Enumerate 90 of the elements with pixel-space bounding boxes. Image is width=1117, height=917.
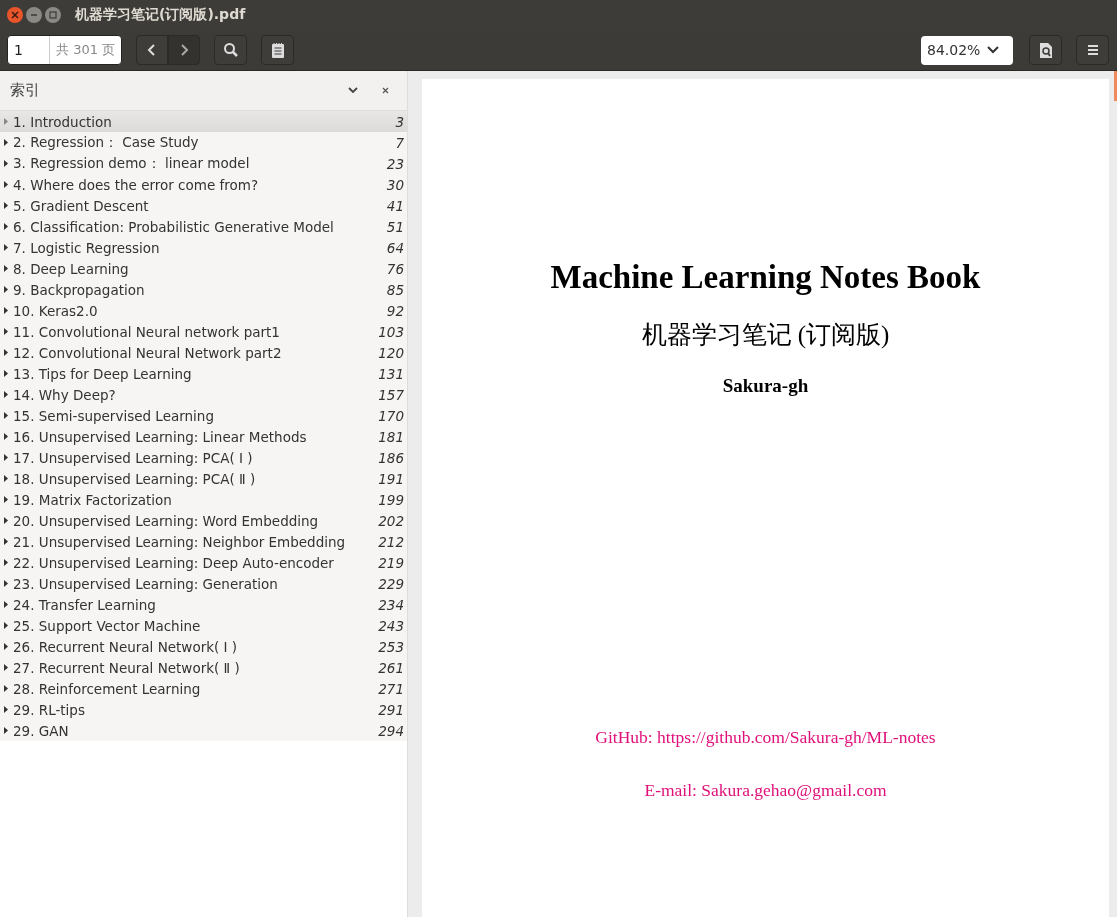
chevron-down-icon [348, 87, 358, 94]
outline-item[interactable]: 4. Where does the error come from? 30 [0, 174, 407, 195]
outline-item[interactable]: 11. Convolutional Neural network part1 103 [0, 321, 407, 342]
expander-icon[interactable] [4, 244, 8, 251]
maximize-button[interactable] [45, 7, 61, 23]
outline-item[interactable]: 28. Reinforcement Learning 271 [0, 678, 407, 699]
expander-icon[interactable] [4, 664, 8, 671]
outline-item[interactable]: 1. Introduction 3 [0, 111, 407, 132]
document-search-button[interactable] [1029, 35, 1062, 65]
expander-icon[interactable] [4, 433, 8, 440]
expander-icon[interactable] [4, 685, 8, 692]
expander-icon[interactable] [4, 265, 8, 272]
page-number-field[interactable]: 1 共 301 页 [7, 35, 122, 65]
expander-icon[interactable] [4, 391, 8, 398]
expander-icon[interactable] [4, 412, 8, 419]
document-subtitle: 机器学习笔记 (订阅版) [641, 320, 890, 350]
chevron-left-icon [147, 43, 157, 57]
outline-item[interactable]: 23. Unsupervised Learning: Generation 229 [0, 573, 407, 594]
expander-icon[interactable] [4, 475, 8, 482]
previous-page-button[interactable] [136, 35, 168, 65]
outline-item[interactable]: 9. Backpropagation 85 [0, 279, 407, 300]
maximize-icon [49, 11, 57, 19]
outline-item[interactable]: 18. Unsupervised Learning: PCA( Ⅱ ) 191 [0, 468, 407, 489]
search-icon [222, 42, 239, 58]
close-button[interactable] [7, 7, 23, 23]
outline-item[interactable]: 16. Unsupervised Learning: Linear Methods 181 [0, 426, 407, 447]
expander-icon[interactable] [4, 454, 8, 461]
outline-item[interactable]: 5. Gradient Descent 41 [0, 195, 407, 216]
menu-button[interactable] [1076, 35, 1109, 65]
expander-icon[interactable] [4, 601, 8, 608]
window-title: 机器学习笔记(订阅版).pdf [75, 6, 246, 24]
outline-item[interactable]: 14. Why Deep? 157 [0, 384, 407, 405]
outline-item[interactable]: 8. Deep Learning 76 [0, 258, 407, 279]
github-link[interactable]: GitHub: https://github.com/Sakura-gh/ML-notes [595, 727, 936, 748]
minimize-icon [30, 11, 38, 19]
expander-icon[interactable] [4, 370, 8, 377]
search-button[interactable] [214, 35, 247, 65]
expander-icon[interactable] [4, 727, 8, 734]
document-title: Machine Learning Notes Book [550, 259, 981, 296]
sidebar-title: 索引 [10, 81, 41, 100]
expander-icon[interactable] [4, 223, 8, 230]
outline-item[interactable]: 29. GAN 294 [0, 720, 407, 741]
close-icon [11, 11, 19, 19]
outline-item[interactable]: 24. Transfer Learning 234 [0, 594, 407, 615]
expander-icon[interactable] [4, 307, 8, 314]
outline-item[interactable]: 25. Support Vector Machine 243 [0, 615, 407, 636]
scrollbar[interactable] [1114, 71, 1117, 101]
expander-icon[interactable] [4, 349, 8, 356]
chevron-right-icon [179, 43, 189, 57]
expander-icon[interactable] [4, 643, 8, 650]
zoom-dropdown[interactable]: 84.02% [921, 35, 1013, 65]
expander-icon[interactable] [4, 286, 8, 293]
minimize-button[interactable] [26, 7, 42, 23]
outline-item[interactable]: 27. Recurrent Neural Network( Ⅱ ) 261 [0, 657, 407, 678]
expander-icon[interactable] [4, 706, 8, 713]
outline-item[interactable]: 2. Regression： Case Study 7 [0, 132, 407, 153]
outline-item[interactable]: 20. Unsupervised Learning: Word Embedding 202 [0, 510, 407, 531]
notepad-icon [270, 41, 285, 59]
outline-item[interactable]: 19. Matrix Factorization 199 [0, 489, 407, 510]
outline-item[interactable]: 7. Logistic Regression 64 [0, 237, 407, 258]
email-link[interactable]: E-mail: Sakura.gehao@gmail.com [644, 780, 887, 801]
menu-icon [1086, 44, 1099, 56]
outline-item[interactable]: 26. Recurrent Neural Network( Ⅰ ) 253 [0, 636, 407, 657]
expander-icon[interactable] [4, 559, 8, 566]
outline-item[interactable]: 29. RL-tips 291 [0, 699, 407, 720]
expander-icon[interactable] [4, 538, 8, 545]
expander-icon[interactable] [4, 202, 8, 209]
next-page-button[interactable] [168, 35, 200, 65]
expander-icon[interactable] [4, 580, 8, 587]
expander-icon[interactable] [4, 328, 8, 335]
annotations-button[interactable] [261, 35, 294, 65]
outline-item[interactable]: 17. Unsupervised Learning: PCA( Ⅰ ) 186 [0, 447, 407, 468]
expander-icon[interactable] [4, 181, 8, 188]
outline-item[interactable]: 21. Unsupervised Learning: Neighbor Embedding 212 [0, 531, 407, 552]
expander-icon[interactable] [4, 622, 8, 629]
document-search-icon [1038, 41, 1053, 59]
outline-item[interactable]: 6. Classification: Probabilistic Generative Model 51 [0, 216, 407, 237]
outline-item[interactable]: 10. Keras2.0 92 [0, 300, 407, 321]
expander-icon[interactable] [4, 517, 8, 524]
outline-item[interactable]: 12. Convolutional Neural Network part2 120 [0, 342, 407, 363]
document-author: Sakura-gh [722, 375, 809, 397]
close-icon [381, 87, 389, 94]
outline-item[interactable]: 15. Semi-supervised Learning 170 [0, 405, 407, 426]
caret-icon [987, 46, 999, 54]
expander-icon[interactable] [4, 139, 8, 146]
expander-icon[interactable] [4, 160, 8, 167]
outline-item[interactable]: 3. Regression demo： linear model 23 [0, 153, 407, 174]
expander-icon[interactable] [4, 496, 8, 503]
outline-item[interactable]: 22. Unsupervised Learning: Deep Auto-encoder 219 [0, 552, 407, 573]
outline-item[interactable]: 13. Tips for Deep Learning 131 [0, 363, 407, 384]
